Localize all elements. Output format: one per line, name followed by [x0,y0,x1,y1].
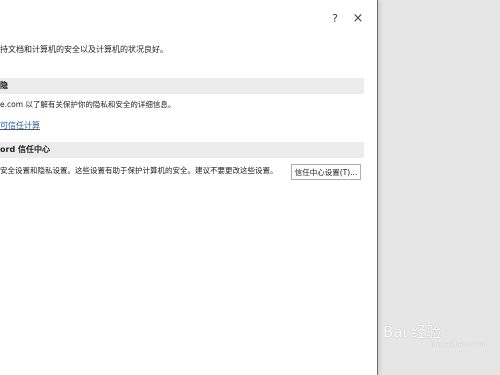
trustworthy-computing-link[interactable]: 可信任计算 [0,120,40,131]
close-button[interactable]: × [351,12,365,26]
trust-center-description: 安全设置和隐私设置。这些设置有助于保护计算机的安全。建议不要更改这些设置。 [0,166,278,175]
trust-center-settings-button[interactable]: 信任中心设置(T)... [291,164,361,180]
intro-text: 持文档和计算机的安全以及计算机的状况良好。 [0,45,168,54]
baidu-watermark: Bai 经验 [383,323,442,341]
privacy-description: e.com 以了解有关保护你的隐私和安全的详细信息。 [0,100,176,109]
trust-center-dialog: ? × 持文档和计算机的安全以及计算机的状况良好。 隐 e.com 以了解有关保… [0,0,378,375]
trust-center-section-header: ord 信任中心 [0,142,364,158]
privacy-section-header: 隐 [0,78,364,94]
dialog-titlebar: ? × [0,0,377,34]
help-button[interactable]: ? [328,12,342,26]
baidu-watermark-url: jingyan.baidu.com [431,341,487,348]
